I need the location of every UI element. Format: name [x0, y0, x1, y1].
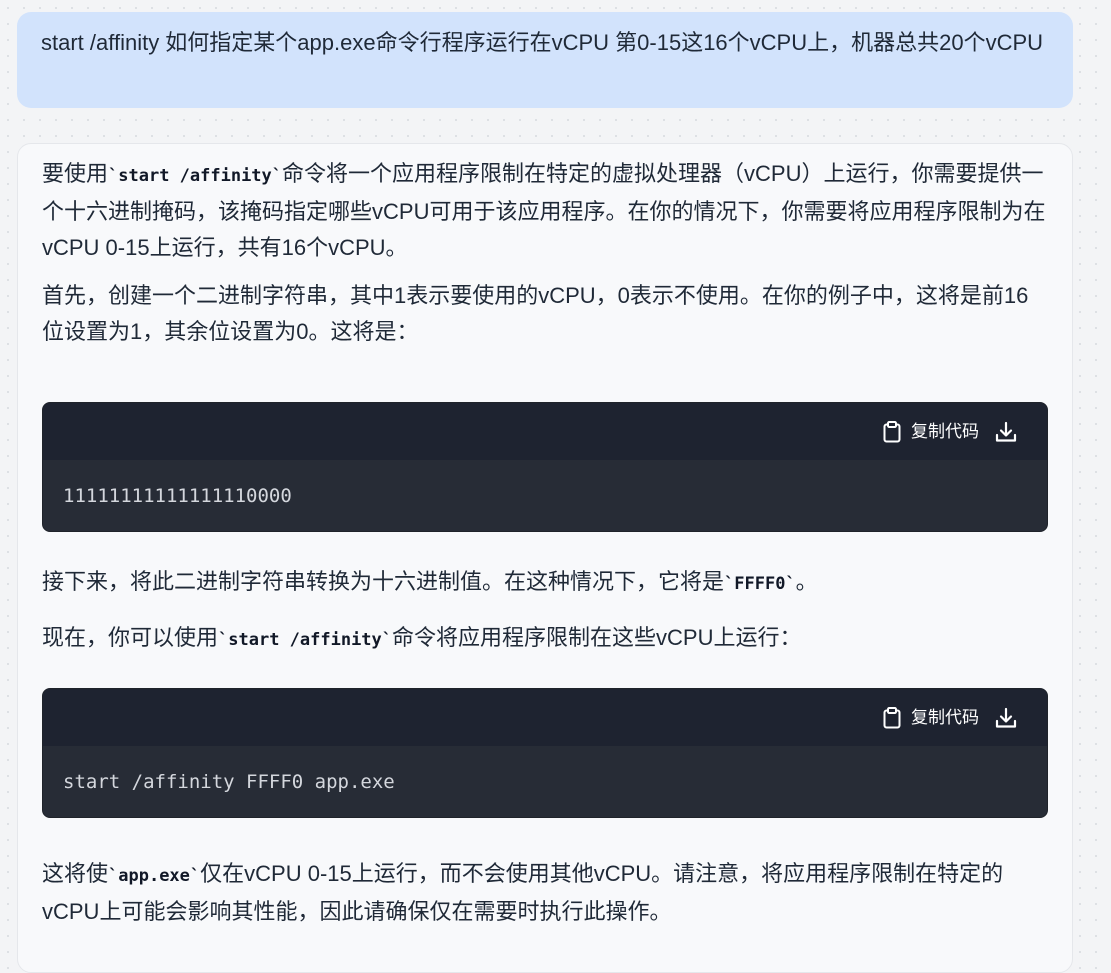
code-content: 11111111111111110000 — [63, 485, 292, 507]
user-message-bubble: start /affinity 如何指定某个app.exe命令行程序运行在vCP… — [17, 12, 1073, 108]
answer-paragraph-2: 首先，创建一个二进制字符串，其中1表示要使用的vCPU，0表示不使用。在你的例子… — [42, 283, 1029, 344]
download-icon — [995, 421, 1017, 443]
answer-paragraph-3: 接下来，将此二进制字符串转换为十六进制值。在这种情况下，它将是`FFFF0`。 — [42, 564, 1048, 620]
download-button[interactable] — [995, 707, 1017, 729]
text-segment: 现在，你可以使用 — [42, 625, 219, 650]
copy-code-label: 复制代码 — [911, 707, 979, 727]
copy-code-label: 复制代码 — [911, 421, 979, 441]
assistant-answer-card: 要使用`start /affinity`命令将一个应用程序限制在特定的虚拟处理器… — [17, 143, 1073, 973]
text-segment: 。 — [795, 569, 818, 594]
user-message-text: start /affinity 如何指定某个app.exe命令行程序运行在vCP… — [41, 30, 1044, 55]
inline-code: `start /affinity` — [108, 166, 283, 186]
code-block-header: 复制代码 — [43, 403, 1047, 460]
inline-code: `app.exe` — [108, 866, 201, 886]
answer-paragraph-1: 要使用`start /affinity`命令将一个应用程序限制在特定的虚拟处理器… — [42, 156, 1048, 278]
answer-paragraph-5: 这将使`app.exe`仅在vCPU 0-15上运行，而不会使用其他vCPU。请… — [42, 856, 1048, 930]
text-segment: 命令将应用程序限制在这些vCPU上运行： — [392, 625, 802, 650]
code-content: start /affinity FFFF0 app.exe — [63, 771, 395, 793]
clipboard-icon — [883, 706, 901, 729]
code-block-binary: 复制代码 11111111111111110000 — [42, 402, 1048, 532]
download-icon — [995, 707, 1017, 729]
text-segment: 这将使 — [42, 861, 109, 886]
inline-code: `FFFF0` — [724, 574, 796, 594]
clipboard-icon — [883, 420, 901, 443]
copy-code-button[interactable]: 复制代码 — [883, 706, 979, 729]
text-segment: 要使用 — [42, 161, 109, 186]
answer-paragraph-4: 现在，你可以使用`start /affinity`命令将应用程序限制在这些vCP… — [42, 620, 1048, 688]
code-block-header: 复制代码 — [43, 689, 1047, 746]
copy-code-button[interactable]: 复制代码 — [883, 420, 979, 443]
text-segment: 接下来，将此二进制字符串转换为十六进制值。在这种情况下，它将是 — [42, 569, 725, 594]
inline-code: `start /affinity` — [218, 630, 393, 650]
download-button[interactable] — [995, 421, 1017, 443]
code-block-command: 复制代码 start /affinity FFFF0 app.exe — [42, 688, 1048, 818]
